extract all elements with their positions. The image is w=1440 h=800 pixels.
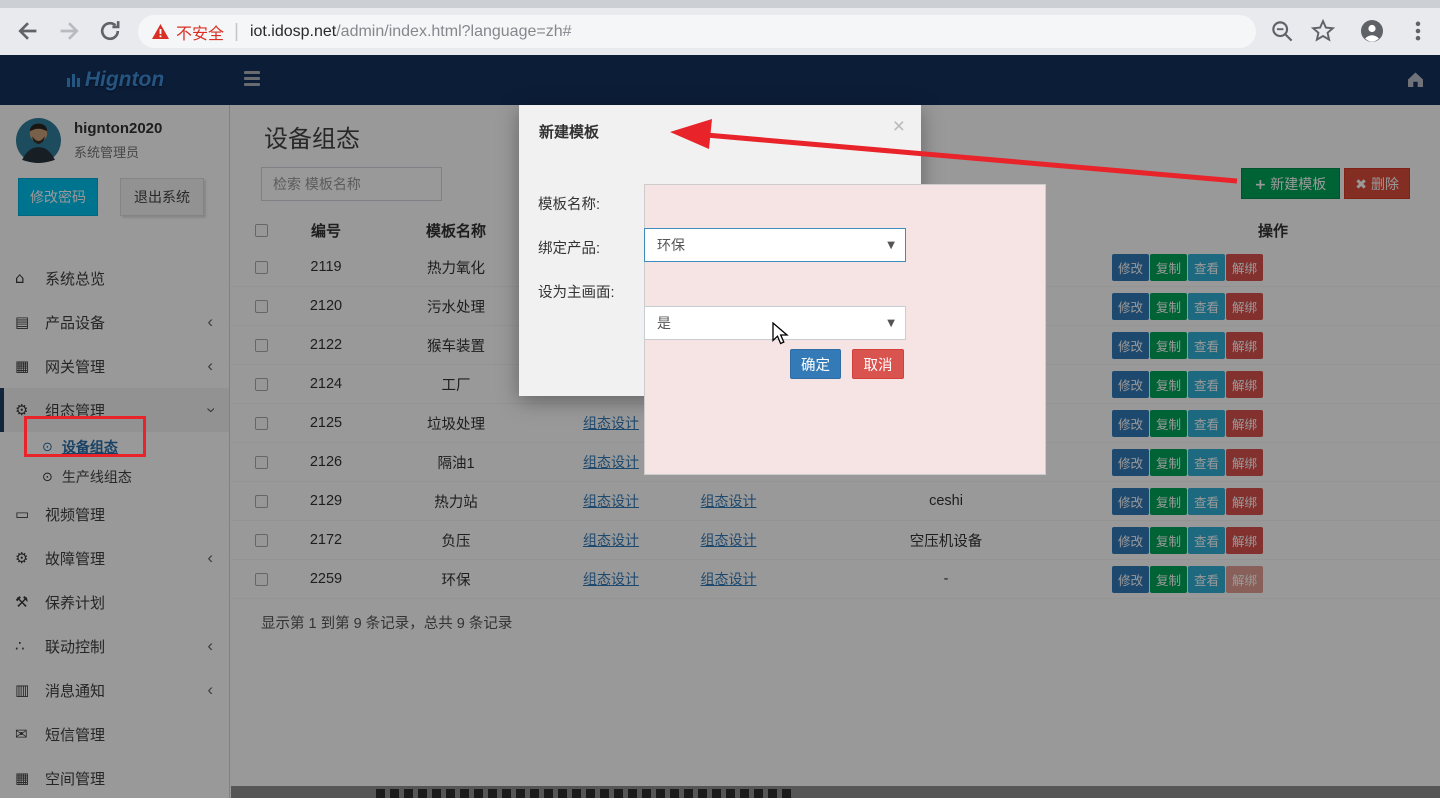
browser-toolbar: 不安全 | iot.idosp.net/admin/index.html?lan… <box>0 8 1440 55</box>
forward-icon[interactable] <box>57 19 81 43</box>
cancel-button[interactable]: 取消 <box>852 349 904 379</box>
main-screen-value: 是 <box>657 313 671 333</box>
browser-chrome: 不安全 | iot.idosp.net/admin/index.html?lan… <box>0 0 1440 55</box>
reload-icon[interactable] <box>98 19 122 43</box>
browser-menu-icon[interactable] <box>1406 19 1430 43</box>
caret-down-icon: ▼ <box>887 240 895 251</box>
tab-strip <box>0 0 1440 8</box>
bind-product-label: 绑定产品: <box>538 237 600 258</box>
bind-product-value: 环保 <box>657 235 685 255</box>
template-name-label: 模板名称: <box>538 193 600 214</box>
bind-product-select[interactable]: 环保 ▼ <box>644 228 906 262</box>
security-warning-label: 不安全 <box>176 20 224 44</box>
main-screen-label: 设为主画面: <box>538 281 615 302</box>
security-warning-icon <box>152 24 169 39</box>
new-template-modal: 新建模板 × 模板名称: 绑定产品: 环保 ▼ 设为主画面: 是 ▼ 确定 取消 <box>519 105 921 396</box>
bookmark-star-icon[interactable] <box>1311 19 1335 43</box>
main-screen-select[interactable]: 是 ▼ <box>644 306 906 340</box>
confirm-button[interactable]: 确定 <box>790 349 841 379</box>
modal-title: 新建模板 <box>539 121 599 142</box>
url-host: iot.idosp.net <box>250 23 336 41</box>
caret-down-icon: ▼ <box>887 318 895 329</box>
back-icon[interactable] <box>16 19 40 43</box>
url-separator: | <box>234 21 239 43</box>
profile-avatar-icon[interactable] <box>1360 19 1384 43</box>
address-bar[interactable]: 不安全 | iot.idosp.net/admin/index.html?lan… <box>138 15 1256 48</box>
close-icon[interactable]: × <box>893 115 905 139</box>
zoom-out-icon[interactable] <box>1270 19 1294 43</box>
url-path: /admin/index.html?language=zh# <box>336 23 571 41</box>
